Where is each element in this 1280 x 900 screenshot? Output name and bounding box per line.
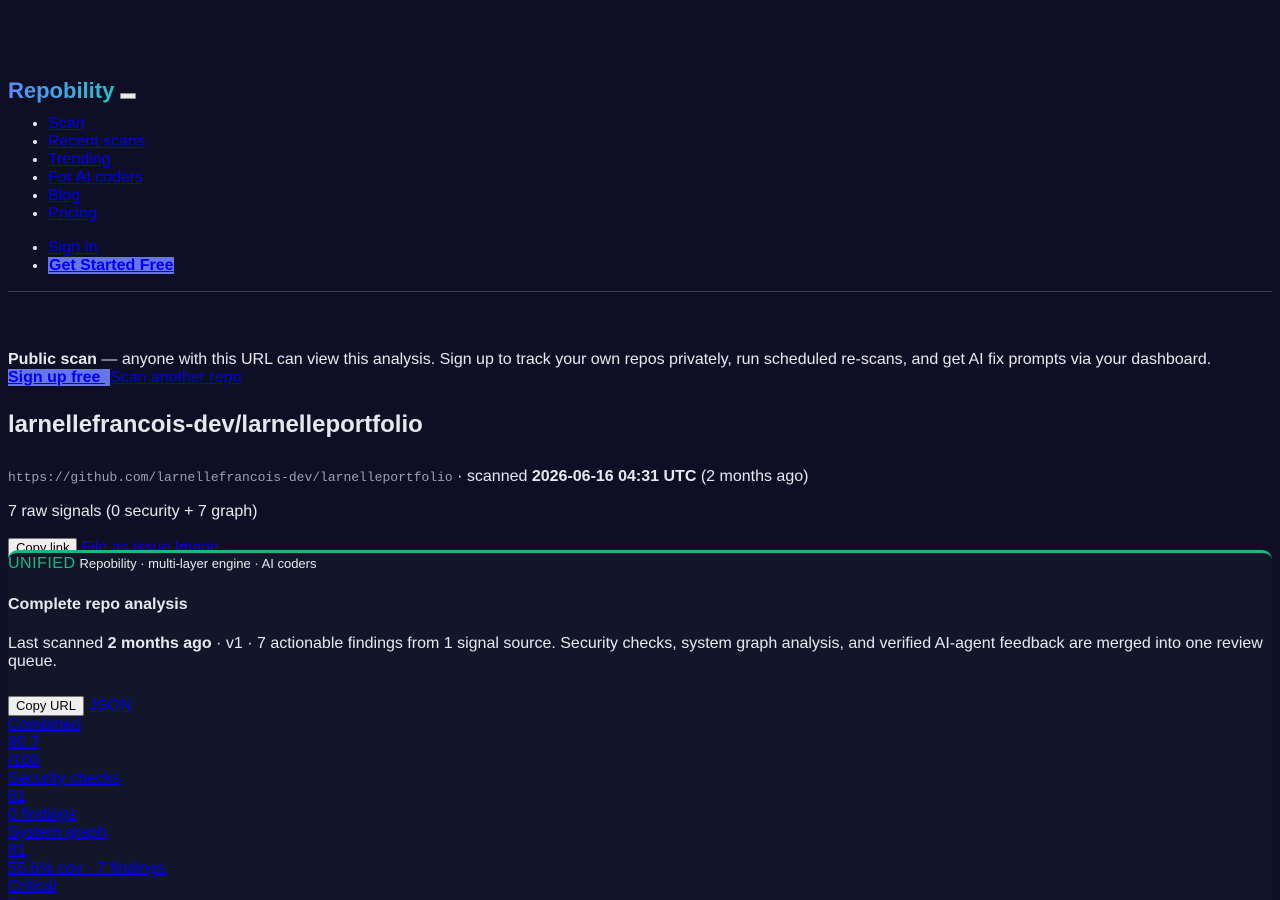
brand-logo[interactable]: Repobility: [8, 77, 114, 105]
scanned-relative: (2 months ago): [696, 468, 809, 485]
nav-item-blog: Blog: [48, 187, 1272, 205]
header-brand-row: Repobility: [8, 77, 1272, 105]
nav-item-trending: Trending: [48, 151, 1272, 169]
repo-url: https://github.com/larnellefrancois-dev/…: [8, 470, 453, 485]
notice-label: Public scan: [8, 351, 97, 368]
get-started-button[interactable]: Get Started Free: [48, 257, 175, 274]
auth-nav: Sign In Get Started Free: [8, 239, 1272, 275]
stat-graph-value[interactable]: 81: [8, 842, 1272, 860]
engine-label: Repobility · multi-layer engine · AI cod…: [79, 556, 317, 571]
unified-badge: UNIFIED: [8, 555, 76, 572]
score-stats: Combined 80.7 /100 Security checks 81 0 …: [8, 716, 1272, 900]
menu-toggle-button[interactable]: [120, 93, 137, 99]
unified-analysis-panel: UNIFIED Repobility · multi-layer engine ·…: [8, 550, 1272, 900]
main-nav: Scan Recent scans Trending For AI coders…: [8, 115, 1272, 223]
notice-text: — anyone with this URL can view this ana…: [96, 351, 1212, 368]
nav-item-pricing: Pricing: [48, 205, 1272, 223]
public-scan-notice: Public scan — anyone with this URL can v…: [8, 351, 1272, 369]
sign-up-free-link[interactable]: Sign up free: [8, 369, 110, 386]
scanned-prefix: · scanned: [452, 468, 532, 485]
scan-another-repo-link[interactable]: Scan another repo: [110, 369, 242, 386]
stat-security-sub[interactable]: 0 findings: [8, 806, 1272, 824]
nav-item-for-ai-coders: For AI coders: [48, 169, 1272, 187]
repo-meta: https://github.com/larnellefrancois-dev/…: [8, 467, 1272, 488]
stat-combined-value[interactable]: 80.7: [8, 734, 1272, 752]
nav-link-for-ai-coders[interactable]: For AI coders: [48, 169, 143, 186]
stat-critical-value[interactable]: 0: [8, 896, 1272, 900]
notice-actions: Sign up free Scan another repo: [8, 369, 1272, 387]
stat-security-label[interactable]: Security checks: [8, 770, 1272, 788]
auth-item-sign-in: Sign In: [48, 239, 1272, 257]
panel-header: UNIFIED Repobility · multi-layer engine ·…: [8, 555, 1272, 573]
stat-security-value[interactable]: 81: [8, 788, 1272, 806]
stat-graph-sub[interactable]: 55.6% cov · 7 findings: [8, 860, 1272, 878]
header-divider: [8, 291, 1272, 292]
auth-item-get-started: Get Started Free: [48, 257, 1272, 275]
copy-url-button[interactable]: Copy URL: [8, 696, 84, 716]
nav-link-scan[interactable]: Scan: [48, 115, 84, 132]
panel-title: Complete repo analysis: [8, 596, 188, 613]
raw-signals-summary: 7 raw signals (0 security + 7 graph): [8, 503, 258, 520]
desc-prefix: Last scanned: [8, 635, 108, 652]
nav-link-trending[interactable]: Trending: [48, 151, 111, 168]
sign-in-link[interactable]: Sign In: [48, 239, 98, 256]
stat-critical-label[interactable]: Critical: [8, 878, 1272, 896]
nav-link-recent-scans[interactable]: Recent scans: [48, 133, 145, 150]
repo-title: larnellefrancois-dev/larnelleportfolio: [8, 411, 423, 438]
panel-description: Last scanned 2 months ago · v1 · 7 actio…: [8, 635, 1272, 671]
json-link[interactable]: JSON: [89, 697, 132, 715]
stat-combined-sub[interactable]: /100: [8, 752, 1272, 770]
nav-item-scan: Scan: [48, 115, 1272, 133]
desc-time: 2 months ago: [107, 635, 212, 652]
nav-item-recent-scans: Recent scans: [48, 133, 1272, 151]
nav-link-pricing[interactable]: Pricing: [48, 205, 97, 222]
page: Repobility Scan Recent scans Trending Fo…: [0, 0, 1280, 900]
panel-actions: Copy URL JSON: [8, 696, 1272, 716]
scanned-timestamp: 2026-06-16 04:31 UTC: [531, 468, 697, 485]
stat-graph-label[interactable]: System graph: [8, 824, 1272, 842]
nav-link-blog[interactable]: Blog: [48, 187, 80, 204]
stat-combined-label[interactable]: Combined: [8, 716, 1272, 734]
